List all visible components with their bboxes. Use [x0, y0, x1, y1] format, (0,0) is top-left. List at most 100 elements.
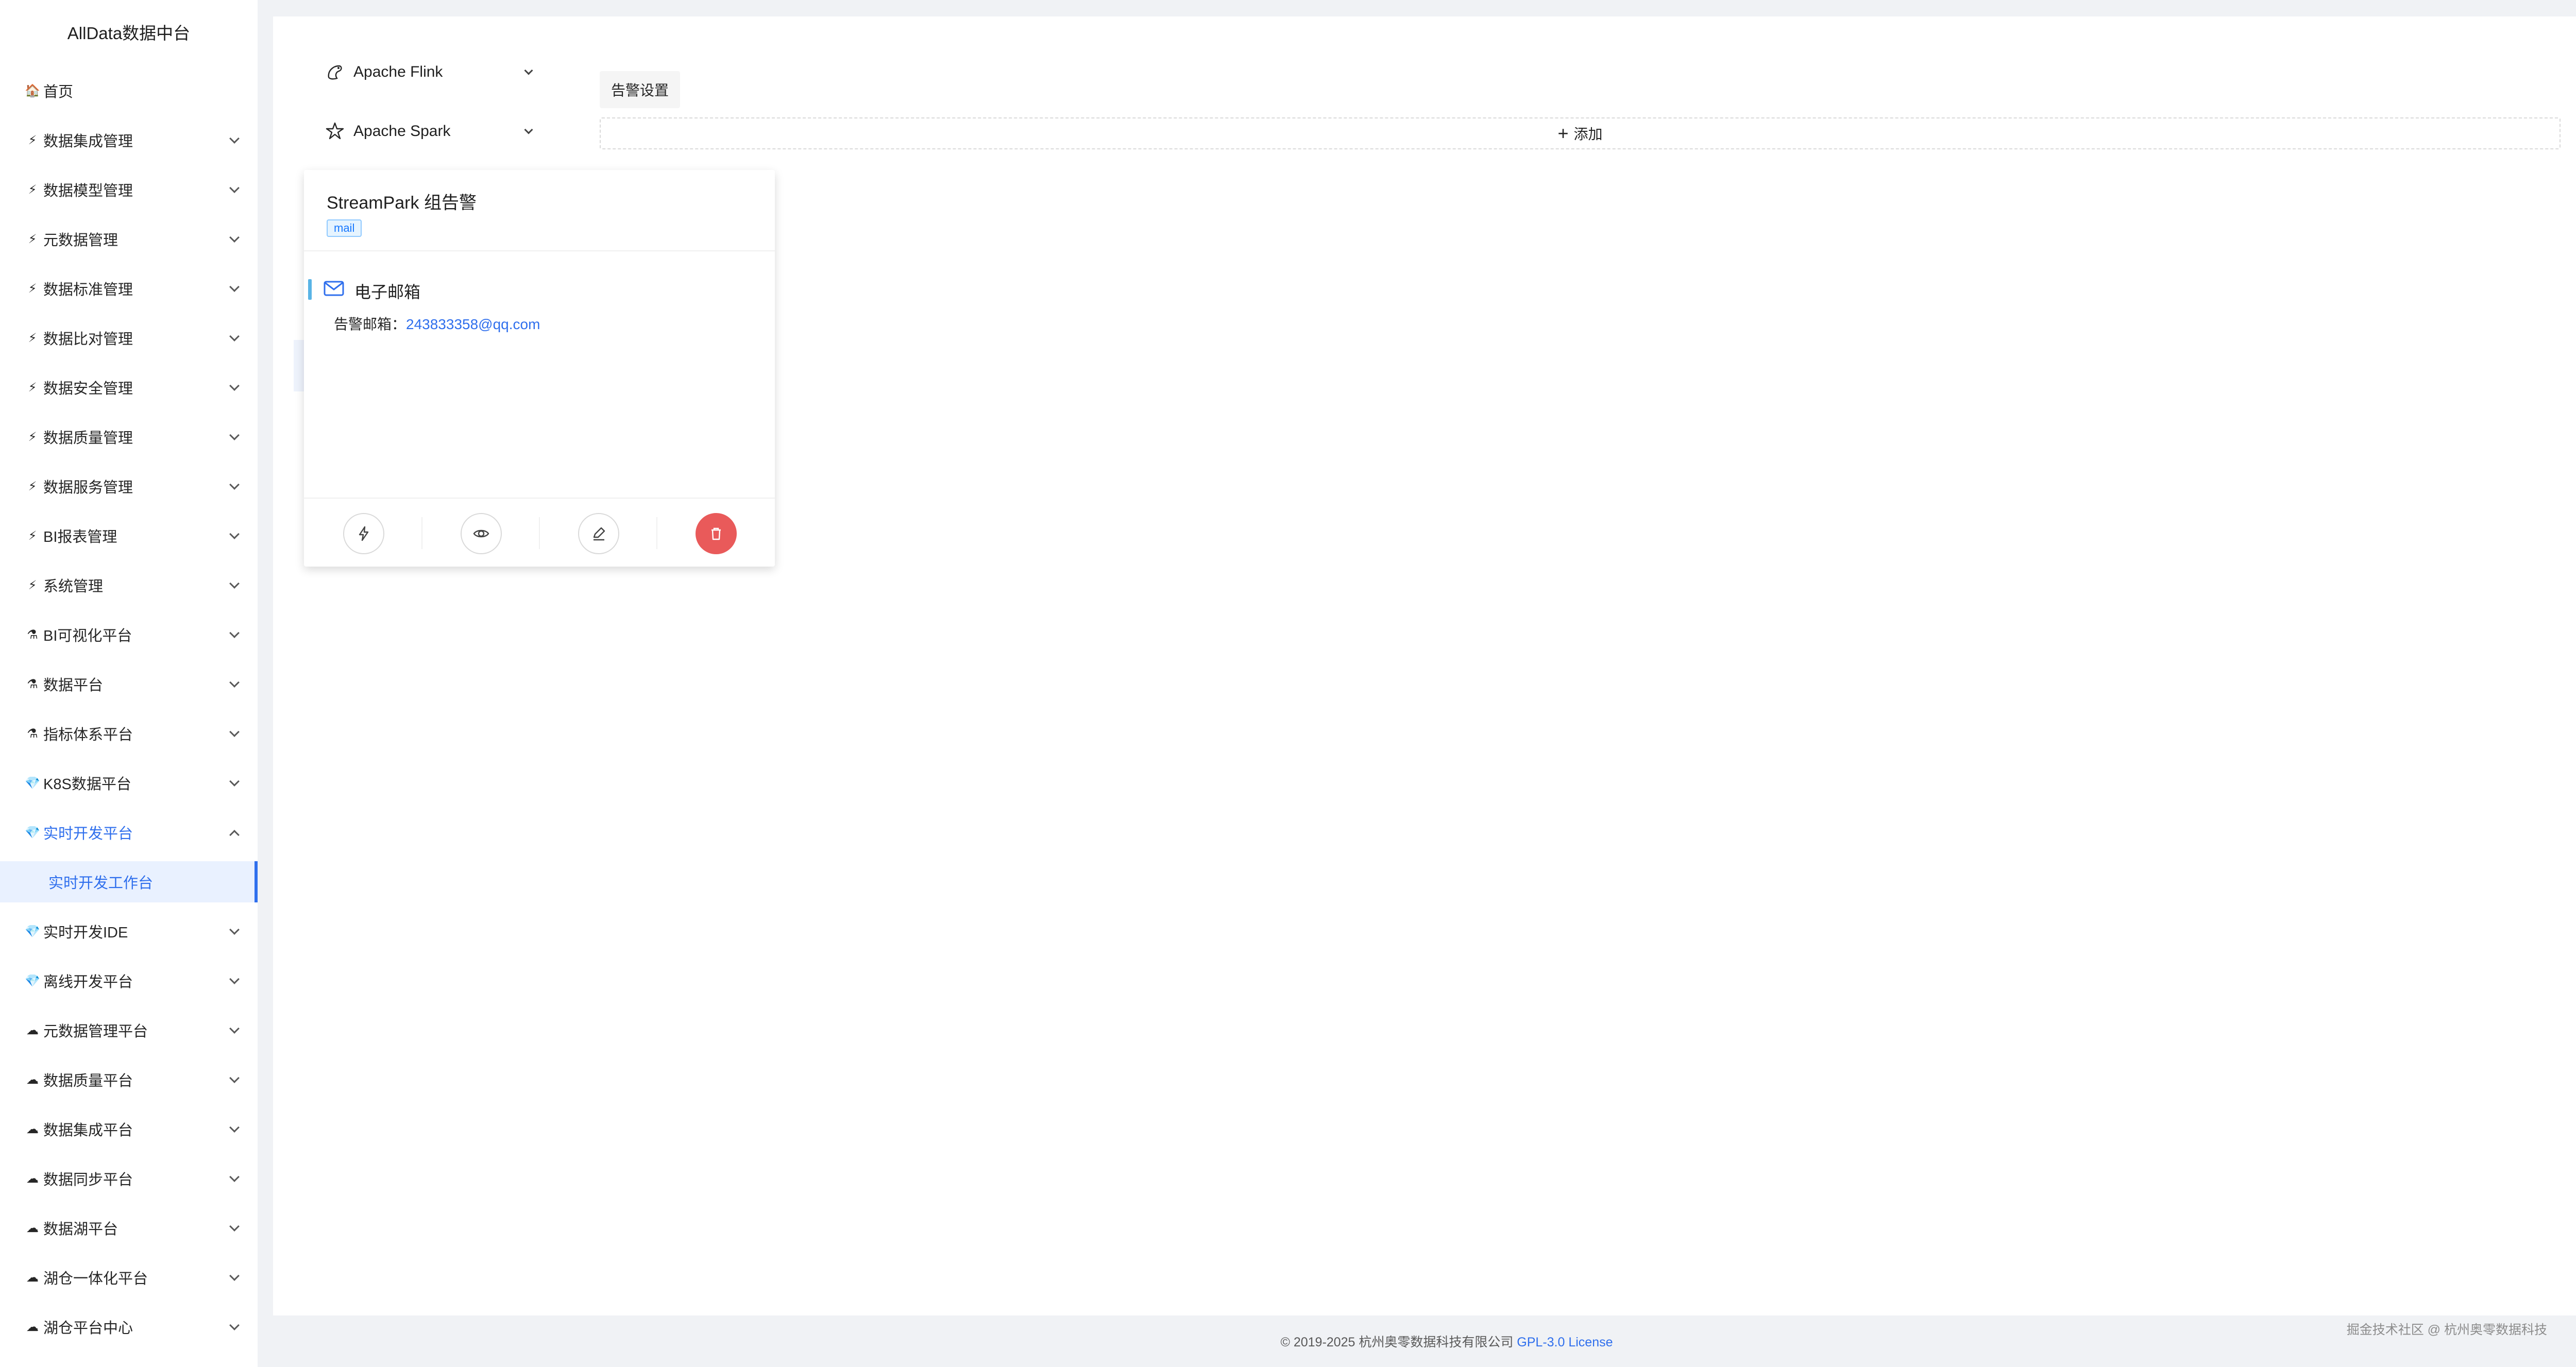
sidebar-item[interactable]: ⚡ 数据模型管理 [0, 165, 258, 214]
tab-alarm-settings[interactable]: 告警设置 [600, 71, 681, 108]
action-separator [656, 517, 657, 549]
chevron-up-icon [229, 830, 240, 840]
test-button[interactable] [343, 513, 384, 554]
sidebar-item[interactable]: ⚡ 数据标准管理 [0, 264, 258, 313]
add-button[interactable]: + 添加 [600, 117, 2561, 149]
sidebar-item[interactable]: ☁ 数据湖平台 [0, 1203, 258, 1253]
sidebar-item-label: 实时开发IDE [43, 925, 128, 941]
cloud-icon: ☁ [26, 1221, 39, 1235]
sidebar-item[interactable]: ⚡ 系统管理 [0, 560, 258, 610]
sidebar-item-label: 指标体系平台 [43, 727, 133, 743]
chevron-down-icon [229, 1073, 240, 1083]
sidebar-item[interactable]: 💎 K8S数据平台 [0, 758, 258, 808]
flink-icon [325, 62, 345, 82]
delete-button[interactable] [696, 513, 737, 554]
menu-item[interactable]: Apache Spark [294, 106, 556, 157]
sidebar-item-label: 湖仓一体化平台 [43, 1271, 148, 1287]
sidebar-item-label: 离线开发平台 [43, 974, 133, 990]
flask-icon: ⚗ [27, 726, 38, 741]
license-link[interactable]: GPL-3.0 License [1517, 1335, 1613, 1349]
bolt-icon: ⚡ [28, 331, 37, 345]
sidebar-item-label: 数据安全管理 [43, 381, 133, 397]
chevron-down-icon [229, 677, 240, 688]
sidebar-item[interactable]: ☁ 数据集成平台 [0, 1104, 258, 1154]
view-button[interactable] [461, 513, 502, 554]
card-title: StreamPark 组告警 [327, 193, 477, 213]
chevron-down-icon [229, 925, 240, 935]
sidebar-item[interactable]: ⚡ 元数据管理 [0, 214, 258, 264]
sidebar-item[interactable]: 💎 实时开发IDE [0, 907, 258, 956]
sidebar-item-label: 首页 [43, 84, 74, 100]
bolt-icon: ⚡ [28, 479, 37, 493]
chevron-down-icon [524, 125, 533, 134]
sidebar-item[interactable]: 💎 离线开发平台 [0, 956, 258, 1005]
sidebar-item[interactable]: ⚡ 数据集成管理 [0, 115, 258, 165]
bolt-icon: ⚡ [28, 380, 37, 395]
chevron-down-icon [524, 66, 533, 75]
flask-icon: ⚗ [27, 627, 38, 642]
sidebar-item[interactable]: ⚡ 数据安全管理 [0, 363, 258, 412]
email-value: 243833358@qq.com [406, 316, 540, 332]
sidebar-item[interactable]: 💎 实时开发平台 [0, 808, 258, 857]
sidebar-item[interactable]: ⚡ 数据服务管理 [0, 462, 258, 511]
bolt-icon: ⚡ [28, 528, 37, 543]
action-separator [539, 517, 540, 549]
sidebar-item-label: 数据服务管理 [43, 480, 133, 496]
chevron-down-icon [229, 381, 240, 391]
sidebar-item[interactable]: ☁ 湖仓一体化平台 [0, 1253, 258, 1302]
footer: © 2019-2025 杭州奥零数据科技有限公司 GPL-3.0 License [273, 1332, 2576, 1351]
add-button-label: 添加 [1573, 126, 1603, 142]
sidebar-item[interactable]: ⚡ 数据比对管理 [0, 313, 258, 363]
cloud-icon: ☁ [26, 1122, 39, 1136]
sidebar-item[interactable]: ⚗ 指标体系平台 [0, 709, 258, 758]
chevron-down-icon [229, 480, 240, 490]
menu-item-label: Apache Spark [353, 123, 451, 140]
chevron-down-icon [229, 232, 240, 243]
card-divider [304, 250, 775, 251]
sidebar-item[interactable]: ☁ 数据质量平台 [0, 1055, 258, 1104]
sidebar-item-label: 数据集成管理 [43, 133, 133, 150]
chevron-down-icon [229, 331, 240, 341]
sidebar-item-label: 湖仓平台中心 [43, 1320, 133, 1337]
sidebar-item-label: 数据同步平台 [43, 1172, 133, 1188]
bolt-icon: ⚡ [28, 232, 37, 246]
sidebar-item-label: 数据湖平台 [43, 1221, 118, 1238]
flask-icon: ⚗ [27, 677, 38, 691]
menu-item[interactable]: Apache Flink [294, 46, 556, 98]
sidebar-item[interactable]: 🏠 首页 [0, 66, 258, 115]
sidebar-item-label: 数据模型管理 [43, 183, 133, 199]
edit-button[interactable] [578, 513, 619, 554]
sidebar-item-label: 数据集成平台 [43, 1122, 133, 1139]
sidebar-item[interactable]: ☁ 湖仓平台中心 [0, 1302, 258, 1352]
card-section-title: 电子邮箱 [354, 283, 421, 301]
chevron-down-icon [229, 628, 240, 638]
sidebar-item[interactable]: ⚡ BI报表管理 [0, 511, 258, 560]
card-tag: mail [327, 219, 362, 237]
chevron-down-icon [229, 529, 240, 539]
sidebar-item[interactable]: ☁ 元数据管理平台 [0, 1005, 258, 1055]
chevron-down-icon [229, 1271, 240, 1281]
chevron-down-icon [229, 133, 240, 144]
chevron-down-icon [229, 1023, 240, 1034]
chevron-down-icon [229, 727, 240, 737]
chevron-down-icon [229, 1122, 240, 1133]
footer-copyright: © 2019-2025 杭州奥零数据科技有限公司 [1280, 1335, 1517, 1349]
plus-icon: + [1557, 123, 1569, 144]
watermark-text: 掘金技术社区 @ 杭州奥零数据科技 [2346, 1323, 2547, 1337]
sidebar-item[interactable]: ⚡ 数据质量管理 [0, 412, 258, 462]
lightning-icon [359, 526, 369, 541]
sidebar-item-label: 数据比对管理 [43, 331, 133, 348]
chevron-down-icon [229, 1221, 240, 1232]
sidebar-item-label: 实时开发平台 [43, 826, 133, 842]
email-label: 告警邮箱： [334, 316, 406, 332]
chevron-down-icon [229, 282, 240, 292]
sidebar-subitem-active[interactable]: 实时开发工作台 [0, 861, 258, 902]
sidebar-item[interactable]: ⚗ BI可视化平台 [0, 610, 258, 659]
sidebar-item[interactable]: ⚗ 数据平台 [0, 659, 258, 709]
cloud-icon: ☁ [26, 1320, 39, 1334]
chevron-down-icon [229, 1320, 240, 1330]
chevron-down-icon [229, 974, 240, 984]
sidebar-item[interactable]: ☁ 数据同步平台 [0, 1154, 258, 1203]
bolt-icon: ⚡ [28, 430, 37, 444]
sidebar-item-label: 元数据管理 [43, 232, 118, 249]
